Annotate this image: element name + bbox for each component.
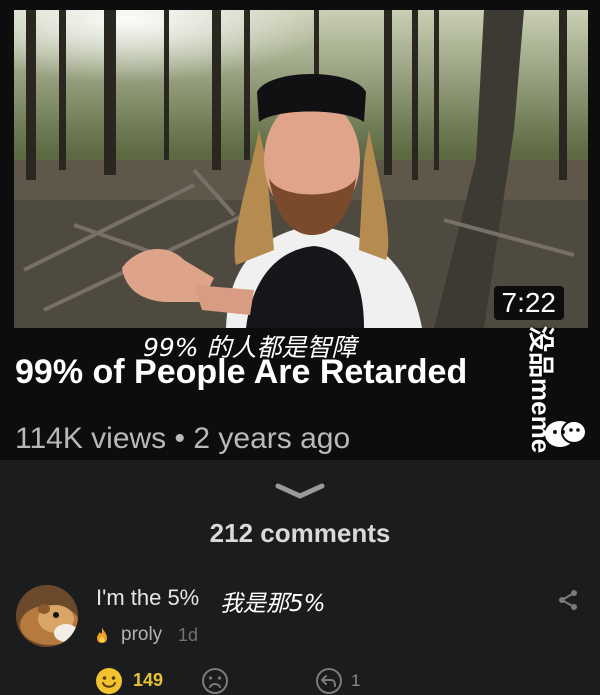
chevron-down-icon[interactable] xyxy=(274,482,326,502)
chat-bubble-icon xyxy=(545,420,587,447)
watermark: 没品meme xyxy=(526,280,597,460)
like-count: 149 xyxy=(133,670,164,690)
thumbnail-image xyxy=(14,10,588,328)
video-thumbnail[interactable]: 7:22 xyxy=(14,10,588,328)
video-title[interactable]: 99% of People Are Retarded xyxy=(15,353,467,392)
frown-icon[interactable] xyxy=(201,667,229,695)
reply-icon[interactable] xyxy=(315,667,343,695)
video-card[interactable]: 7:22 99% 的人都是智障 99% of People Are Retard… xyxy=(0,0,600,460)
guinea-pig-avatar-image xyxy=(16,585,78,647)
reply-count: 1 xyxy=(351,671,361,690)
upload-age: 2 years ago xyxy=(193,422,351,455)
smile-icon[interactable] xyxy=(95,667,123,695)
comment-translation: 我是那5% xyxy=(220,591,326,617)
fire-icon xyxy=(97,627,107,643)
comment-age: 1d xyxy=(178,625,199,645)
share-icon[interactable] xyxy=(557,589,579,611)
comment-username[interactable]: proly xyxy=(121,624,162,646)
view-count: 114K views xyxy=(15,422,167,455)
avatar[interactable] xyxy=(16,585,78,647)
video-meta: 114K views • 2 years ago xyxy=(15,422,350,456)
comments-count: 212 comments xyxy=(209,518,391,548)
meta-separator: • xyxy=(174,422,186,455)
comment-text: I'm the 5% xyxy=(96,585,200,610)
